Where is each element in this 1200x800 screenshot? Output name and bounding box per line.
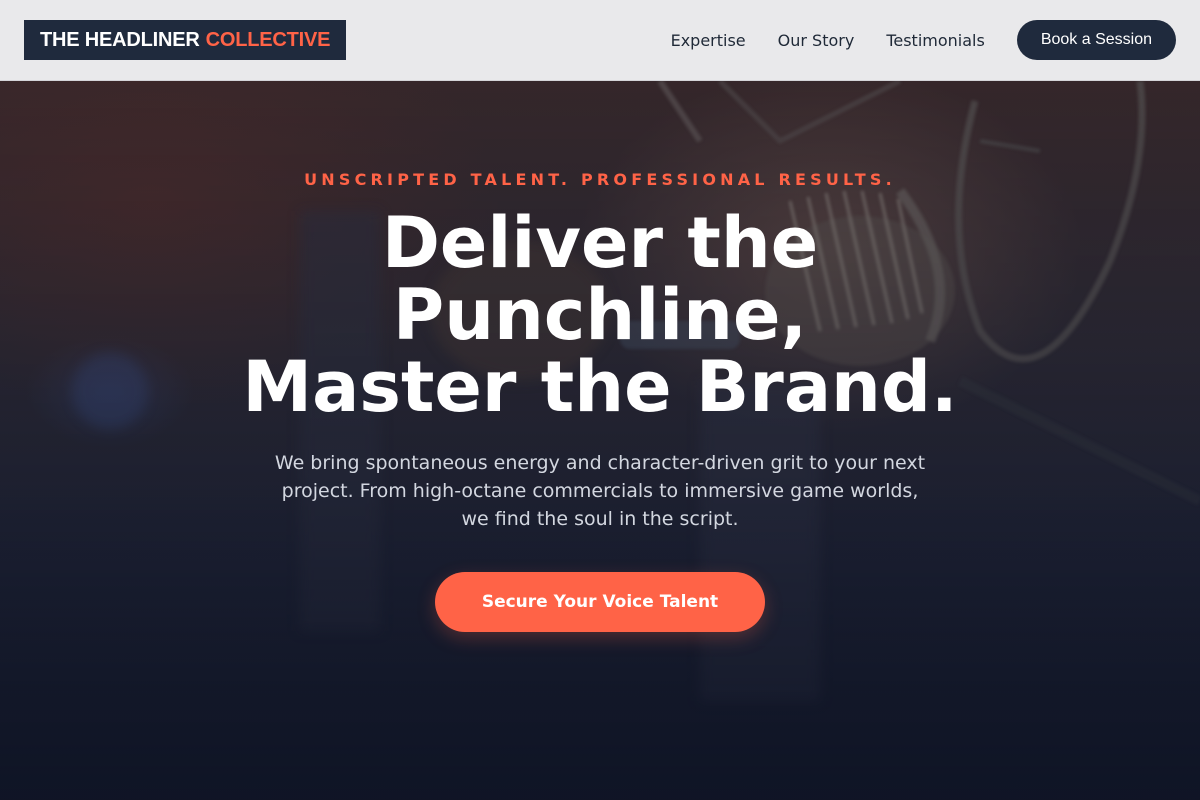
main-nav: Expertise Our Story Testimonials Book a … xyxy=(671,20,1176,60)
hero-headline: Deliver the Punchline, Master the Brand. xyxy=(150,207,1050,423)
nav-link-expertise[interactable]: Expertise xyxy=(671,31,746,50)
hero-section: UNSCRIPTED TALENT. PROFESSIONAL RESULTS.… xyxy=(0,81,1200,800)
headline-line-2: Punchline, xyxy=(392,274,808,356)
hero-eyebrow: UNSCRIPTED TALENT. PROFESSIONAL RESULTS. xyxy=(304,170,896,189)
headline-line-3: Master the Brand. xyxy=(242,346,958,428)
brand-logo[interactable]: THE HEADLINER COLLECTIVE xyxy=(24,20,347,60)
book-session-button[interactable]: Book a Session xyxy=(1016,20,1176,60)
brand-name-primary: THE HEADLINER xyxy=(40,28,200,51)
brand-name-accent: COLLECTIVE xyxy=(205,28,331,51)
secure-voice-talent-button[interactable]: Secure Your Voice Talent xyxy=(435,572,765,632)
nav-link-our-story[interactable]: Our Story xyxy=(778,31,855,50)
hero-subtext: We bring spontaneous energy and characte… xyxy=(274,452,926,530)
nav-link-testimonials[interactable]: Testimonials xyxy=(886,31,985,50)
headline-line-1: Deliver the xyxy=(381,202,819,284)
top-navbar: THE HEADLINER COLLECTIVE Expertise Our S… xyxy=(0,0,1200,81)
